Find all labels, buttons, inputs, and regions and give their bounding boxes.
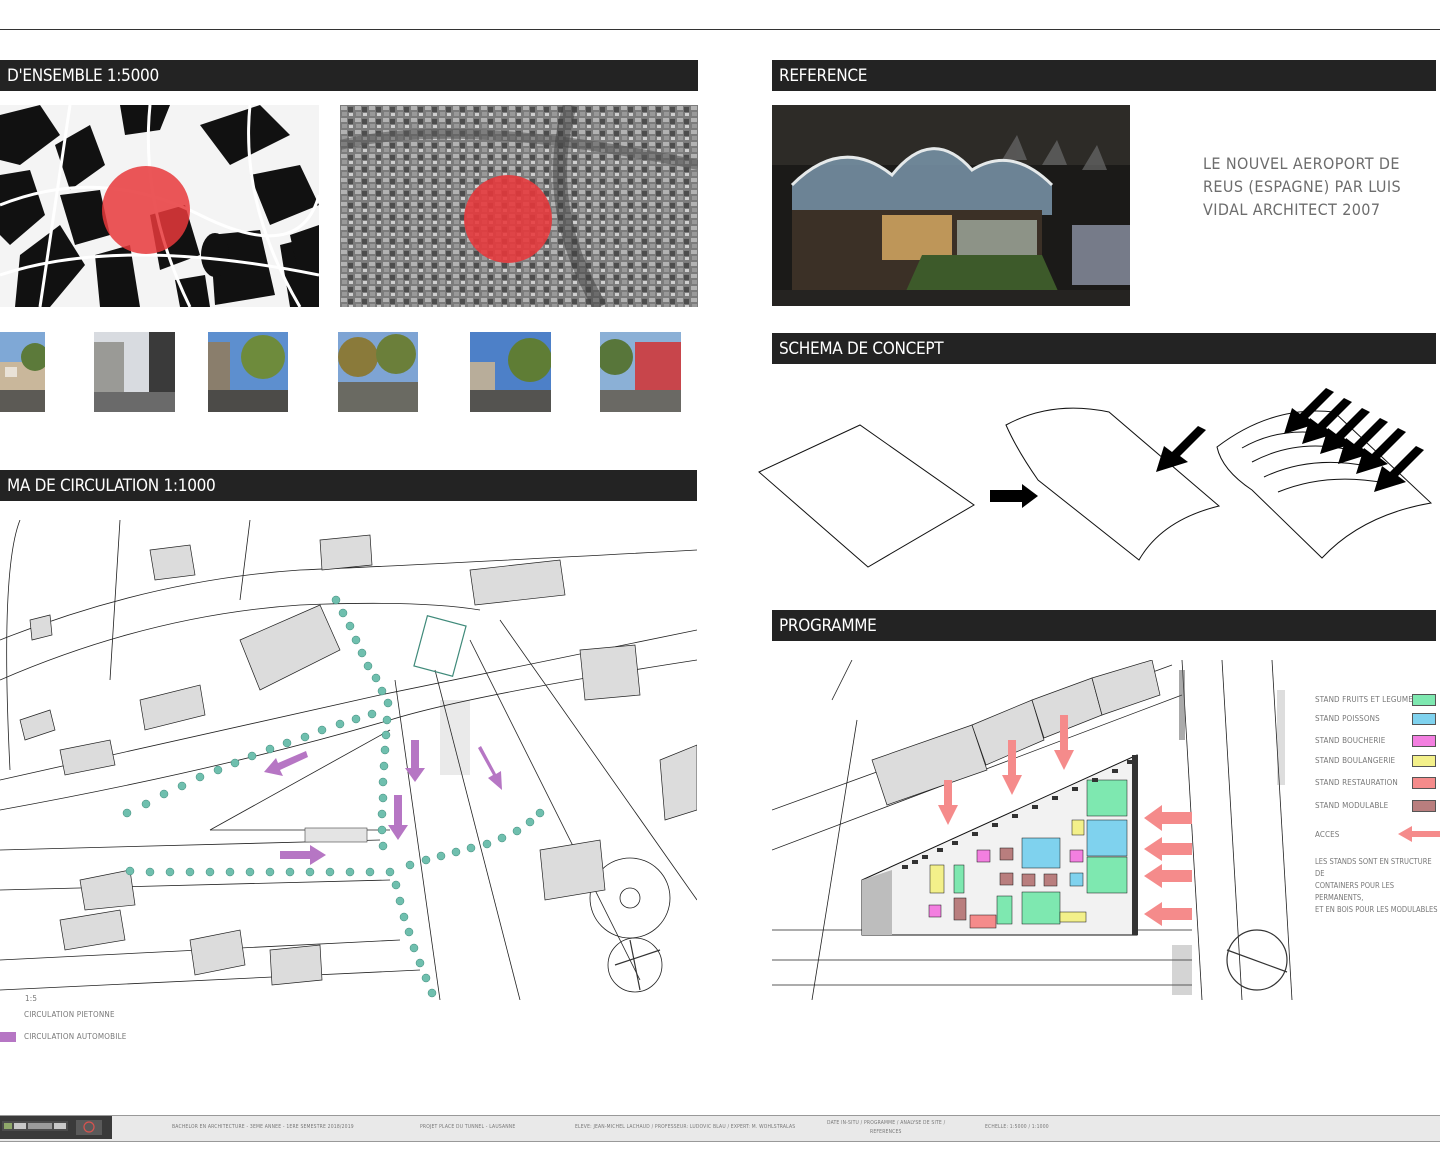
footer-course: BACHELOR EN ARCHITECTURE - 3EME ANNEE - … [172,1124,354,1130]
legend-automobile-swatch [0,1032,16,1042]
programme-legend-label: STAND BOUCHERIE [1315,736,1386,745]
programme-legend-swatch [1412,735,1436,747]
footer-project: PROJET PLACE DU TUNNEL - LAUSANNE [420,1124,516,1130]
section-bar-programme: PROGRAMME [772,610,1436,641]
legend-scale-mark: 1:5 [25,994,38,1003]
programme-legend-label: STAND POISSONS [1315,714,1380,723]
section-bar-reference: REFERENCE [772,60,1436,91]
programme-legend-label: ACCES [1315,830,1340,839]
access-arrow-icon [1398,826,1440,842]
aerial-photo-map [340,105,698,307]
section-title: SCHEMA DE CONCEPT [779,338,944,359]
reference-airport-render [772,105,1130,306]
section-title: REFERENCE [779,65,868,86]
street-photo-1 [0,332,45,412]
circulation-plan [0,520,697,1000]
section-title: MA DE CIRCULATION 1:1000 [7,475,216,496]
programme-note-line-1: LES STANDS SONT EN STRUCTURE DE [1315,857,1432,878]
reference-caption-line-2: REUS (ESPAGNE) PAR LUIS [1203,177,1402,196]
section-bar-schema: SCHEMA DE CONCEPT [772,333,1436,364]
footer-scale: ECHELLE: 1:5000 / 1:1000 [985,1124,1049,1130]
section-bar-plan-ensemble: D'ENSEMBLE 1:5000 [0,60,698,91]
street-photo-2 [94,332,175,412]
programme-legend-swatch [1412,694,1436,706]
top-rule [0,29,1440,30]
programme-legend-label: STAND FRUITS ET LEGUMES [1315,695,1418,704]
programme-legend-swatch [1412,713,1436,725]
street-photo-3 [208,332,288,412]
footer-content-line-1: DATE IN-SITU / PROGRAMME / ANALYSE DE SI… [827,1120,946,1126]
title-block-footer: BACHELOR EN ARCHITECTURE - 3EME ANNEE - … [0,1115,1440,1142]
programme-plan [772,660,1302,1000]
street-photo-4 [338,332,418,412]
section-title: PROGRAMME [779,615,877,636]
programme-note-line-3: ET EN BOIS POUR LES MODULABLES [1315,905,1438,914]
reference-caption: LE NOUVEL AEROPORT DE REUS (ESPAGNE) PAR… [1203,152,1423,221]
footer-people: ELEVE: JEAN-MICHEL LACHAUD / PROFESSEUR:… [575,1124,796,1130]
programme-note: LES STANDS SONT EN STRUCTURE DE CONTAINE… [1315,856,1440,916]
section-title: D'ENSEMBLE 1:5000 [7,65,159,86]
section-bar-circulation: MA DE CIRCULATION 1:1000 [0,470,697,501]
reference-caption-line-1: LE NOUVEL AEROPORT DE [1203,154,1400,173]
plan-map-figure-ground [0,105,319,307]
programme-note-line-2: CONTAINERS POUR LES PERMANENTS, [1315,881,1395,902]
programme-legend-label: STAND MODULABLE [1315,801,1389,810]
programme-legend-swatch [1412,777,1436,789]
programme-legend-swatch [1412,755,1436,767]
programme-legend-label: STAND RESTAURATION [1315,778,1398,787]
street-photo-5 [470,332,551,412]
street-photo-6 [600,332,681,412]
programme-legend-label: STAND BOULANGERIE [1315,756,1396,765]
concept-schema-diagram [752,380,1440,575]
programme-legend-swatch [1412,800,1436,812]
reference-caption-line-3: VIDAL ARCHITECT 2007 [1203,200,1381,219]
footer-content-line-2: REFERENCES [870,1129,902,1135]
legend-automobile-label: CIRCULATION AUTOMOBILE [24,1032,127,1041]
legend-pedestrian-label: CIRCULATION PIETONNE [24,1010,115,1019]
school-logo [0,1116,112,1139]
